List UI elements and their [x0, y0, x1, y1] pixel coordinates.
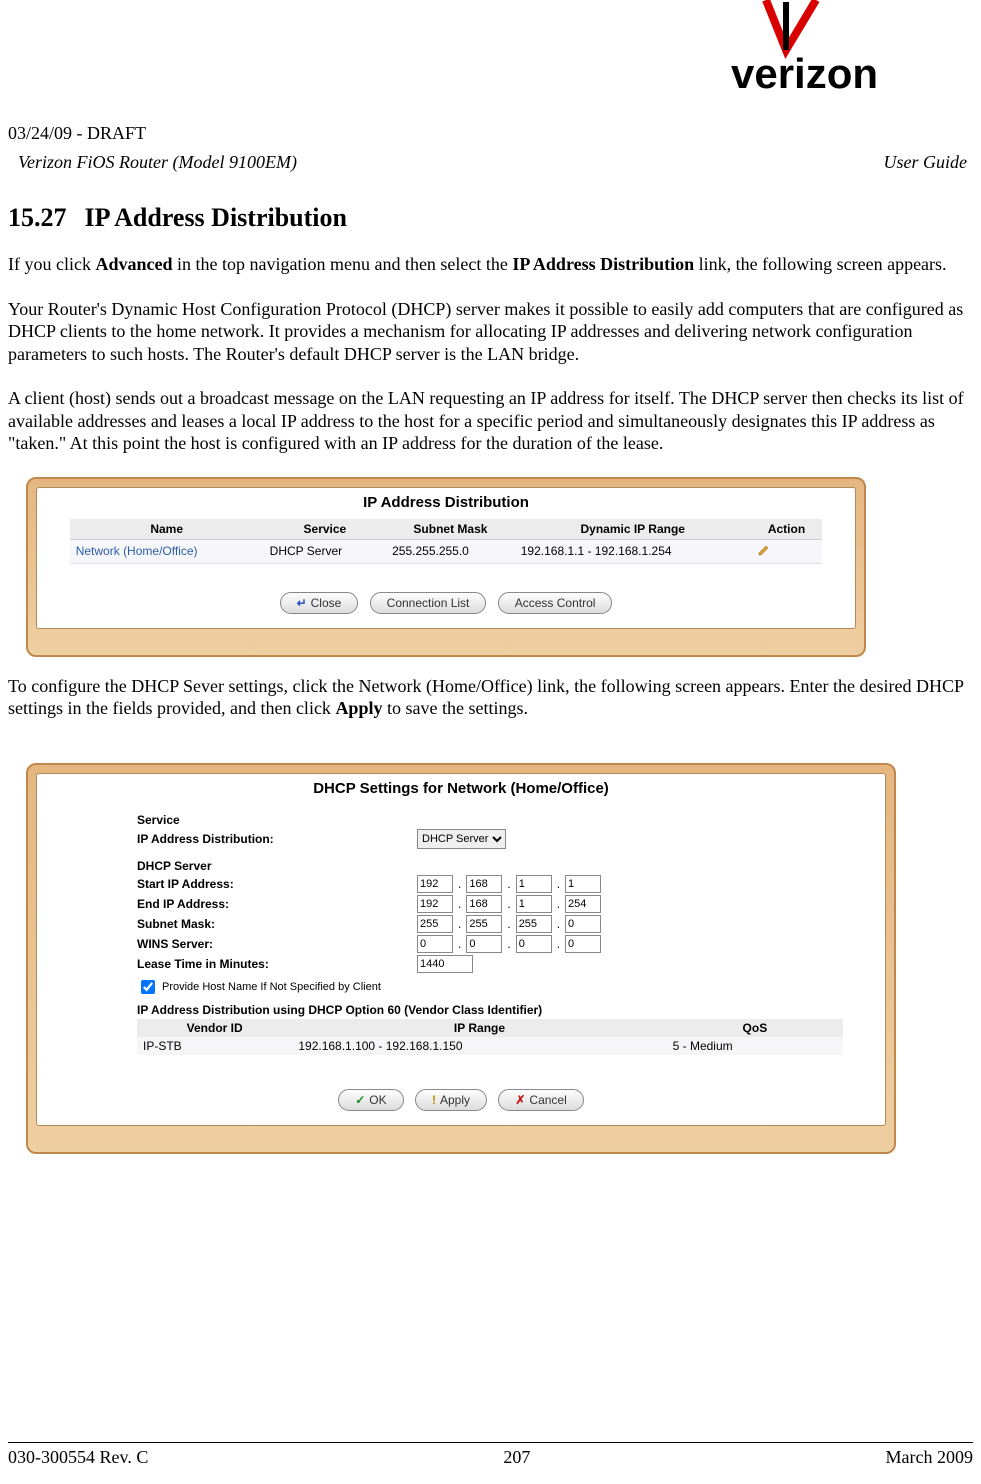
- subnet-2[interactable]: [466, 915, 502, 933]
- opt60-heading: IP Address Distribution using DHCP Optio…: [137, 1003, 865, 1017]
- wins-4[interactable]: [565, 935, 601, 953]
- opt60-col-vendor: Vendor ID: [137, 1019, 292, 1037]
- product-name: Verizon FiOS Router (Model 9100EM): [18, 152, 297, 173]
- wins-label: WINS Server:: [137, 937, 417, 951]
- provide-host-label: Provide Host Name If Not Specified by Cl…: [162, 981, 381, 993]
- ip-dist-label: IP Address Distribution:: [137, 832, 417, 846]
- return-icon: ↵: [297, 596, 307, 610]
- dhcp-server-heading: DHCP Server: [137, 859, 865, 873]
- section-number: 15.27: [8, 203, 67, 232]
- col-action: Action: [751, 519, 823, 540]
- subnet-3[interactable]: [516, 915, 552, 933]
- end-ip-3[interactable]: [516, 895, 552, 913]
- service-heading: Service: [137, 813, 865, 827]
- end-ip-field: . . .: [417, 895, 601, 913]
- range-cell: 192.168.1.1 - 192.168.1.254: [515, 539, 751, 563]
- opt60-qos-cell: 5 - Medium: [667, 1037, 844, 1055]
- close-button[interactable]: ↵Close: [280, 592, 359, 614]
- start-ip-2[interactable]: [466, 875, 502, 893]
- opt60-vendor-cell: IP-STB: [137, 1037, 292, 1055]
- wins-3[interactable]: [516, 935, 552, 953]
- start-ip-field: . . .: [417, 875, 601, 893]
- wins-field: . . .: [417, 935, 601, 953]
- network-link[interactable]: Network (Home/Office): [70, 539, 264, 563]
- connection-list-button[interactable]: Connection List: [370, 592, 487, 614]
- subnet-label: Subnet Mask:: [137, 917, 417, 931]
- paragraph-2: Your Router's Dynamic Host Configuration…: [8, 298, 973, 366]
- col-subnet: Subnet Mask: [386, 519, 515, 540]
- dhcp-settings-panel: DHCP Settings for Network (Home/Office) …: [26, 763, 896, 1154]
- subnet-4[interactable]: [565, 915, 601, 933]
- subnet-field: . . .: [417, 915, 601, 933]
- service-cell: DHCP Server: [264, 539, 386, 563]
- paragraph-1: If you click Advanced in the top navigat…: [8, 253, 973, 276]
- end-ip-2[interactable]: [466, 895, 502, 913]
- wins-1[interactable]: [417, 935, 453, 953]
- end-ip-1[interactable]: [417, 895, 453, 913]
- subnet-1[interactable]: [417, 915, 453, 933]
- footer-rev: 030-300554 Rev. C: [8, 1447, 148, 1468]
- end-ip-4[interactable]: [565, 895, 601, 913]
- page-footer: 030-300554 Rev. C 207 March 2009: [8, 1442, 973, 1468]
- col-range: Dynamic IP Range: [515, 519, 751, 540]
- access-control-button[interactable]: Access Control: [498, 592, 613, 614]
- opt60-table: Vendor ID IP Range QoS IP-STB 192.168.1.…: [137, 1019, 843, 1055]
- section-title: IP Address Distribution: [85, 203, 347, 232]
- col-name: Name: [70, 519, 264, 540]
- paragraph-3: A client (host) sends out a broadcast me…: [8, 387, 973, 455]
- ip-dist-select[interactable]: DHCP Server: [417, 829, 506, 849]
- apply-button[interactable]: !Apply: [415, 1089, 487, 1111]
- start-ip-1[interactable]: [417, 875, 453, 893]
- action-cell: [751, 539, 823, 563]
- panel2-title: DHCP Settings for Network (Home/Office): [37, 774, 885, 805]
- paragraph-4: To configure the DHCP Sever settings, cl…: [8, 675, 973, 720]
- footer-date: March 2009: [886, 1447, 973, 1468]
- start-ip-label: Start IP Address:: [137, 877, 417, 891]
- svg-text:verizon: verizon: [731, 50, 878, 97]
- start-ip-3[interactable]: [516, 875, 552, 893]
- verizon-logo: verizon: [731, 0, 961, 100]
- ip-distribution-panel: IP Address Distribution Name Service Sub…: [26, 477, 866, 657]
- end-ip-label: End IP Address:: [137, 897, 417, 911]
- opt60-range-cell: 192.168.1.100 - 192.168.1.150: [292, 1037, 666, 1055]
- col-service: Service: [264, 519, 386, 540]
- provide-host-checkbox[interactable]: [141, 980, 155, 994]
- edit-icon[interactable]: [757, 543, 771, 557]
- table-row: IP-STB 192.168.1.100 - 192.168.1.150 5 -…: [137, 1037, 843, 1055]
- draft-date: 03/24/09 - DRAFT: [8, 123, 973, 144]
- cancel-button[interactable]: ✗Cancel: [498, 1089, 583, 1111]
- apply-icon: !: [432, 1093, 436, 1107]
- section-heading: 15.27 IP Address Distribution: [8, 203, 973, 233]
- opt60-col-qos: QoS: [667, 1019, 844, 1037]
- lease-field[interactable]: [417, 955, 473, 973]
- lease-label: Lease Time in Minutes:: [137, 957, 417, 971]
- start-ip-4[interactable]: [565, 875, 601, 893]
- ok-button[interactable]: ✓OK: [338, 1089, 403, 1111]
- cancel-icon: ✗: [515, 1093, 525, 1107]
- ip-distribution-table: Name Service Subnet Mask Dynamic IP Rang…: [70, 519, 823, 564]
- panel1-title: IP Address Distribution: [37, 488, 855, 519]
- footer-page: 207: [503, 1447, 530, 1468]
- wins-2[interactable]: [466, 935, 502, 953]
- doc-type: User Guide: [884, 152, 968, 173]
- subnet-cell: 255.255.255.0: [386, 539, 515, 563]
- opt60-col-range: IP Range: [292, 1019, 666, 1037]
- table-row: Network (Home/Office) DHCP Server 255.25…: [70, 539, 823, 563]
- check-icon: ✓: [355, 1093, 365, 1107]
